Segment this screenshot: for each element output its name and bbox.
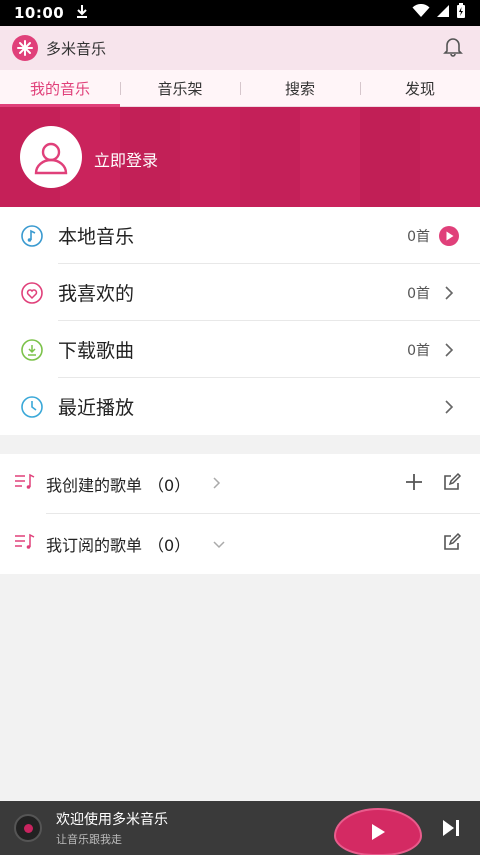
playlist-icon: [14, 532, 36, 556]
my-music-menu: 本地音乐 0首 我喜欢的 0首 下载歌曲 0首 最近播放: [0, 207, 480, 435]
chevron-right-icon: [438, 342, 460, 358]
player-title: 欢迎使用多米音乐: [56, 812, 168, 828]
chevron-right-icon: [438, 399, 460, 415]
playlist-section: 我创建的歌单 （0） 我订阅的歌单 （0）: [0, 454, 480, 574]
add-playlist-icon[interactable]: [404, 472, 424, 496]
status-time: 10:00: [14, 4, 65, 22]
avatar[interactable]: [20, 126, 82, 188]
clock-icon: [20, 395, 44, 419]
next-track-button[interactable]: [440, 817, 462, 843]
play-icon: [372, 824, 385, 840]
play-circle-icon[interactable]: [438, 225, 460, 247]
status-bar: 10:00: [0, 0, 480, 26]
menu-item-recent[interactable]: 最近播放: [0, 378, 480, 435]
play-button[interactable]: [334, 808, 422, 855]
created-playlists-row[interactable]: 我创建的歌单 （0）: [0, 454, 480, 514]
tab-search[interactable]: 搜索: [240, 70, 360, 106]
mini-player[interactable]: 欢迎使用多米音乐 让音乐跟我走: [0, 801, 480, 855]
subscribed-playlists-row[interactable]: 我订阅的歌单 （0）: [0, 514, 480, 574]
download-icon: [20, 338, 44, 362]
signal-icon: [436, 4, 450, 22]
menu-item-label: 最近播放: [58, 397, 135, 419]
edit-created-playlists-icon[interactable]: [442, 472, 462, 496]
menu-item-label: 本地音乐: [58, 226, 135, 248]
menu-item-label: 我喜欢的: [58, 283, 135, 305]
menu-item-count: 0首: [407, 228, 430, 245]
main-tabs: 我的音乐 音乐架 搜索 发现: [0, 70, 480, 107]
menu-item-favorites[interactable]: 我喜欢的 0首: [0, 264, 480, 321]
notification-bell-icon[interactable]: [442, 35, 464, 61]
music-note-icon: [20, 224, 44, 248]
skip-next-icon: [443, 820, 459, 836]
app-logo-icon: [12, 35, 38, 61]
battery-icon: [456, 3, 466, 23]
heart-icon: [20, 281, 44, 305]
menu-item-count: 0首: [407, 342, 430, 359]
menu-item-label: 下载歌曲: [58, 340, 135, 362]
chevron-down-icon: [212, 535, 226, 554]
chevron-right-icon: [438, 285, 460, 301]
playlist-icon: [14, 472, 36, 496]
created-playlists-label: 我创建的歌单: [46, 476, 143, 495]
app-name: 多米音乐: [46, 39, 107, 58]
tab-my-music[interactable]: 我的音乐: [0, 70, 120, 107]
tab-discover[interactable]: 发现: [360, 70, 480, 106]
menu-item-count: 0首: [407, 285, 430, 302]
menu-item-local-music[interactable]: 本地音乐 0首: [0, 207, 480, 264]
subscribed-playlists-label: 我订阅的歌单: [46, 536, 143, 555]
tab-music-shelf[interactable]: 音乐架: [120, 70, 240, 106]
album-disc-icon: [14, 814, 42, 842]
chevron-right-icon: [212, 475, 222, 494]
app-header: 多米音乐: [0, 26, 480, 70]
player-subtitle: 让音乐跟我走: [56, 833, 122, 846]
subscribed-playlists-count: （0）: [148, 536, 191, 555]
profile-banner: 立即登录: [0, 107, 480, 207]
wifi-icon: [412, 3, 430, 22]
download-status-icon: [76, 4, 88, 22]
created-playlists-count: （0）: [148, 476, 191, 495]
edit-subscribed-playlists-icon[interactable]: [442, 532, 462, 556]
login-link[interactable]: 立即登录: [94, 147, 158, 171]
menu-item-downloads[interactable]: 下载歌曲 0首: [0, 321, 480, 378]
